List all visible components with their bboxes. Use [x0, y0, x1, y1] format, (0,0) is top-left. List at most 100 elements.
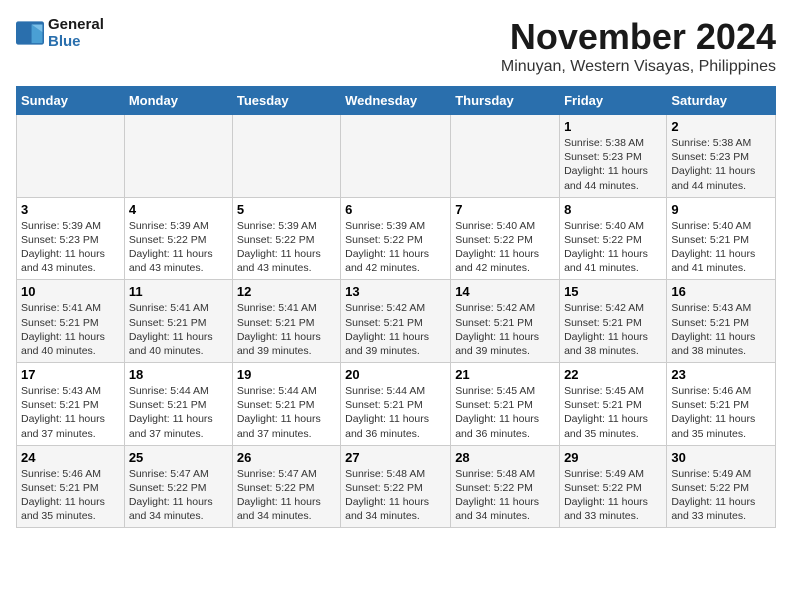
day-number: 18	[129, 367, 228, 382]
day-number: 24	[21, 450, 120, 465]
day-info: Sunrise: 5:39 AM Sunset: 5:23 PM Dayligh…	[21, 219, 120, 276]
day-number: 10	[21, 284, 120, 299]
day-number: 15	[564, 284, 662, 299]
day-number: 1	[564, 119, 662, 134]
weekday-header-row: SundayMondayTuesdayWednesdayThursdayFrid…	[17, 87, 776, 115]
calendar-cell: 17 Sunrise: 5:43 AM Sunset: 5:21 PM Dayli…	[17, 363, 125, 446]
location-title: Minuyan, Western Visayas, Philippines	[501, 58, 776, 76]
weekday-header-monday: Monday	[124, 87, 232, 115]
day-number: 9	[671, 202, 771, 217]
calendar-cell	[124, 115, 232, 198]
day-info: Sunrise: 5:40 AM Sunset: 5:22 PM Dayligh…	[455, 219, 555, 276]
day-number: 21	[455, 367, 555, 382]
day-number: 11	[129, 284, 228, 299]
day-number: 17	[21, 367, 120, 382]
calendar-cell: 21 Sunrise: 5:45 AM Sunset: 5:21 PM Dayli…	[451, 363, 560, 446]
day-info: Sunrise: 5:44 AM Sunset: 5:21 PM Dayligh…	[237, 384, 336, 441]
day-info: Sunrise: 5:41 AM Sunset: 5:21 PM Dayligh…	[129, 301, 228, 358]
calendar-cell: 20 Sunrise: 5:44 AM Sunset: 5:21 PM Dayli…	[341, 363, 451, 446]
day-number: 29	[564, 450, 662, 465]
day-number: 26	[237, 450, 336, 465]
calendar-cell	[17, 115, 125, 198]
month-title: November 2024	[501, 16, 776, 58]
calendar-cell: 9 Sunrise: 5:40 AM Sunset: 5:21 PM Daylig…	[667, 197, 776, 280]
day-number: 25	[129, 450, 228, 465]
day-info: Sunrise: 5:38 AM Sunset: 5:23 PM Dayligh…	[671, 136, 771, 193]
day-info: Sunrise: 5:42 AM Sunset: 5:21 PM Dayligh…	[455, 301, 555, 358]
calendar-table: SundayMondayTuesdayWednesdayThursdayFrid…	[16, 86, 776, 528]
calendar-week-1: 1 Sunrise: 5:38 AM Sunset: 5:23 PM Daylig…	[17, 115, 776, 198]
day-info: Sunrise: 5:48 AM Sunset: 5:22 PM Dayligh…	[345, 467, 446, 524]
logo-text: General Blue	[48, 16, 104, 50]
calendar-cell: 8 Sunrise: 5:40 AM Sunset: 5:22 PM Daylig…	[560, 197, 667, 280]
day-number: 19	[237, 367, 336, 382]
day-info: Sunrise: 5:42 AM Sunset: 5:21 PM Dayligh…	[345, 301, 446, 358]
day-info: Sunrise: 5:47 AM Sunset: 5:22 PM Dayligh…	[237, 467, 336, 524]
day-info: Sunrise: 5:43 AM Sunset: 5:21 PM Dayligh…	[21, 384, 120, 441]
day-info: Sunrise: 5:38 AM Sunset: 5:23 PM Dayligh…	[564, 136, 662, 193]
day-number: 20	[345, 367, 446, 382]
day-info: Sunrise: 5:39 AM Sunset: 5:22 PM Dayligh…	[237, 219, 336, 276]
calendar-cell: 18 Sunrise: 5:44 AM Sunset: 5:21 PM Dayli…	[124, 363, 232, 446]
day-number: 16	[671, 284, 771, 299]
day-info: Sunrise: 5:39 AM Sunset: 5:22 PM Dayligh…	[129, 219, 228, 276]
calendar-cell: 16 Sunrise: 5:43 AM Sunset: 5:21 PM Dayli…	[667, 280, 776, 363]
calendar-cell: 4 Sunrise: 5:39 AM Sunset: 5:22 PM Daylig…	[124, 197, 232, 280]
calendar-cell: 7Sunrise: 5:40 AM Sunset: 5:22 PM Daylig…	[451, 197, 560, 280]
calendar-cell: 26 Sunrise: 5:47 AM Sunset: 5:22 PM Dayli…	[232, 445, 340, 528]
weekday-header-wednesday: Wednesday	[341, 87, 451, 115]
title-area: November 2024 Minuyan, Western Visayas, …	[501, 16, 776, 76]
calendar-cell	[341, 115, 451, 198]
calendar-cell	[451, 115, 560, 198]
calendar-cell: 24Sunrise: 5:46 AM Sunset: 5:21 PM Dayli…	[17, 445, 125, 528]
calendar-cell: 5 Sunrise: 5:39 AM Sunset: 5:22 PM Daylig…	[232, 197, 340, 280]
weekday-header-saturday: Saturday	[667, 87, 776, 115]
calendar-cell: 29 Sunrise: 5:49 AM Sunset: 5:22 PM Dayli…	[560, 445, 667, 528]
day-info: Sunrise: 5:43 AM Sunset: 5:21 PM Dayligh…	[671, 301, 771, 358]
day-info: Sunrise: 5:44 AM Sunset: 5:21 PM Dayligh…	[345, 384, 446, 441]
day-info: Sunrise: 5:40 AM Sunset: 5:22 PM Dayligh…	[564, 219, 662, 276]
calendar-cell: 22Sunrise: 5:45 AM Sunset: 5:21 PM Dayli…	[560, 363, 667, 446]
day-info: Sunrise: 5:41 AM Sunset: 5:21 PM Dayligh…	[237, 301, 336, 358]
logo-icon	[16, 21, 44, 45]
weekday-header-thursday: Thursday	[451, 87, 560, 115]
day-number: 2	[671, 119, 771, 134]
header: General Blue November 2024 Minuyan, West…	[16, 16, 776, 76]
calendar-cell: 28 Sunrise: 5:48 AM Sunset: 5:22 PM Dayli…	[451, 445, 560, 528]
day-info: Sunrise: 5:45 AM Sunset: 5:21 PM Dayligh…	[455, 384, 555, 441]
day-info: Sunrise: 5:41 AM Sunset: 5:21 PM Dayligh…	[21, 301, 120, 358]
calendar-cell: 2 Sunrise: 5:38 AM Sunset: 5:23 PM Daylig…	[667, 115, 776, 198]
day-number: 4	[129, 202, 228, 217]
calendar-cell: 15 Sunrise: 5:42 AM Sunset: 5:21 PM Dayli…	[560, 280, 667, 363]
day-info: Sunrise: 5:40 AM Sunset: 5:21 PM Dayligh…	[671, 219, 771, 276]
day-number: 27	[345, 450, 446, 465]
calendar-cell: 11 Sunrise: 5:41 AM Sunset: 5:21 PM Dayli…	[124, 280, 232, 363]
day-info: Sunrise: 5:45 AM Sunset: 5:21 PM Dayligh…	[564, 384, 662, 441]
day-number: 5	[237, 202, 336, 217]
calendar-cell: 3 Sunrise: 5:39 AM Sunset: 5:23 PM Daylig…	[17, 197, 125, 280]
calendar-cell: 30 Sunrise: 5:49 AM Sunset: 5:22 PM Dayli…	[667, 445, 776, 528]
day-number: 30	[671, 450, 771, 465]
calendar-cell: 1 Sunrise: 5:38 AM Sunset: 5:23 PM Daylig…	[560, 115, 667, 198]
weekday-header-friday: Friday	[560, 87, 667, 115]
day-info: Sunrise: 5:44 AM Sunset: 5:21 PM Dayligh…	[129, 384, 228, 441]
weekday-header-sunday: Sunday	[17, 87, 125, 115]
calendar-week-3: 10 Sunrise: 5:41 AM Sunset: 5:21 PM Dayli…	[17, 280, 776, 363]
day-info: Sunrise: 5:48 AM Sunset: 5:22 PM Dayligh…	[455, 467, 555, 524]
day-number: 28	[455, 450, 555, 465]
day-number: 3	[21, 202, 120, 217]
day-info: Sunrise: 5:49 AM Sunset: 5:22 PM Dayligh…	[671, 467, 771, 524]
day-info: Sunrise: 5:42 AM Sunset: 5:21 PM Dayligh…	[564, 301, 662, 358]
calendar-week-2: 3 Sunrise: 5:39 AM Sunset: 5:23 PM Daylig…	[17, 197, 776, 280]
calendar-cell: 10 Sunrise: 5:41 AM Sunset: 5:21 PM Dayli…	[17, 280, 125, 363]
calendar-cell: 6Sunrise: 5:39 AM Sunset: 5:22 PM Daylig…	[341, 197, 451, 280]
calendar-cell: 14 Sunrise: 5:42 AM Sunset: 5:21 PM Dayli…	[451, 280, 560, 363]
day-number: 8	[564, 202, 662, 217]
day-number: 14	[455, 284, 555, 299]
day-info: Sunrise: 5:49 AM Sunset: 5:22 PM Dayligh…	[564, 467, 662, 524]
calendar-cell: 12Sunrise: 5:41 AM Sunset: 5:21 PM Dayli…	[232, 280, 340, 363]
calendar-cell: 25 Sunrise: 5:47 AM Sunset: 5:22 PM Dayli…	[124, 445, 232, 528]
calendar-week-5: 24Sunrise: 5:46 AM Sunset: 5:21 PM Dayli…	[17, 445, 776, 528]
day-number: 6	[345, 202, 446, 217]
day-info: Sunrise: 5:47 AM Sunset: 5:22 PM Dayligh…	[129, 467, 228, 524]
